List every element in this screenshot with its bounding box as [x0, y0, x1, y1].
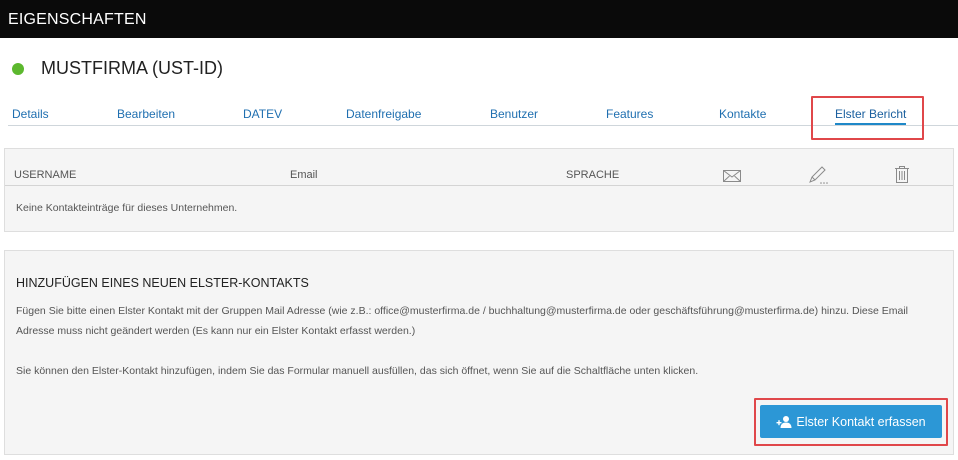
form-hint-text: Sie können den Elster-Kontakt hinzufügen…	[16, 365, 699, 377]
tab-benutzer[interactable]: Benutzer	[490, 107, 538, 121]
trash-icon[interactable]	[891, 163, 913, 185]
section-title: HINZUFÜGEN EINES NEUEN ELSTER-KONTAKTS	[16, 276, 309, 290]
tab-datev[interactable]: DATEV	[243, 107, 282, 121]
tab-details[interactable]: Details	[12, 107, 49, 121]
company-name: MUSTFIRMA (UST-ID)	[41, 58, 223, 78]
table-header: USERNAME Email SPRACHE	[5, 149, 953, 186]
column-email: Email	[290, 169, 318, 181]
status-indicator	[12, 63, 24, 75]
envelope-icon[interactable]	[721, 163, 743, 185]
pencil-icon[interactable]	[807, 163, 829, 185]
instruction-text: Fügen Sie bitte einen Elster Kontakt mit…	[16, 305, 909, 337]
tab-bearbeiten[interactable]: Bearbeiten	[117, 107, 175, 121]
company-header: MUSTFIRMA (UST-ID)	[0, 38, 958, 94]
tab-kontakte[interactable]: Kontakte	[719, 107, 766, 121]
contacts-table: USERNAME Email SPRACHE Keine Kontakteint…	[4, 148, 954, 232]
window-title: EIGENSCHAFTEN	[8, 11, 147, 28]
tab-highlight-frame	[811, 96, 924, 140]
tab-features[interactable]: Features	[606, 107, 653, 121]
column-username: USERNAME	[14, 169, 77, 181]
tab-datenfreigabe[interactable]: Datenfreigabe	[346, 107, 421, 121]
title-bar: EIGENSCHAFTEN	[0, 0, 958, 38]
empty-contacts-message: Keine Kontakteinträge für dieses Unterne…	[16, 202, 238, 214]
column-sprache: SPRACHE	[566, 169, 620, 181]
button-highlight-frame	[754, 398, 948, 446]
